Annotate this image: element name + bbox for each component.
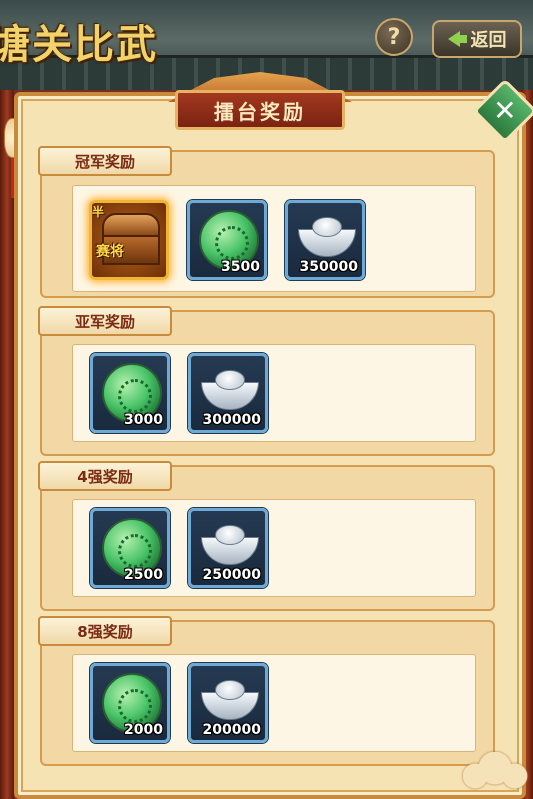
panel-header: 擂台奖励 — [145, 72, 375, 134]
silver-ingot-icon — [201, 525, 259, 565]
back-arrow-tail — [458, 35, 467, 43]
reward-item[interactable]: 250000 — [188, 508, 268, 588]
item-count: 2000 — [124, 722, 163, 738]
champion-reward-section: 冠军奖励 半 赛将 3500 350000 — [38, 146, 495, 298]
section-title: 8强奖励 — [38, 616, 172, 646]
section-title: 冠军奖励 — [38, 146, 172, 176]
reward-items-area: 3000 300000 — [72, 344, 476, 442]
item-count: 3500 — [221, 259, 260, 275]
silver-ingot-top — [215, 370, 245, 390]
reward-item[interactable]: 2000 — [90, 663, 170, 743]
question-mark-icon: ? — [387, 24, 401, 50]
event-title: 塘关比武 — [0, 21, 158, 68]
reward-item[interactable]: 3500 — [187, 200, 267, 280]
item-count: 250000 — [202, 567, 261, 583]
top8-reward-section: 8强奖励 2000 200000 — [38, 616, 495, 766]
item-count: 350000 — [299, 259, 358, 275]
chest-lid — [102, 213, 160, 237]
item-count: 200000 — [202, 722, 261, 738]
back-button[interactable]: 返回 — [432, 20, 522, 58]
help-button[interactable]: ? — [375, 18, 413, 56]
reward-item[interactable]: 3000 — [90, 353, 170, 433]
reward-item[interactable]: 半 赛将 — [89, 200, 169, 280]
item-count: 300000 — [202, 412, 261, 428]
silver-ingot-icon — [298, 217, 356, 257]
back-button-label: 返回 — [470, 30, 507, 51]
reward-item[interactable]: 200000 — [188, 663, 268, 743]
silver-ingot-top — [312, 217, 342, 237]
item-corner-label: 半 — [92, 205, 105, 219]
silver-ingot-icon — [201, 370, 259, 410]
item-count: 2500 — [124, 567, 163, 583]
reward-item[interactable]: 350000 — [285, 200, 365, 280]
runner-up-reward-section: 亚军奖励 3000 300000 — [38, 306, 495, 456]
section-title: 亚军奖励 — [38, 306, 172, 336]
silver-ingot-icon — [201, 680, 259, 720]
top4-reward-section: 4强奖励 2500 250000 — [38, 461, 495, 611]
reward-items-area: 2000 200000 — [72, 654, 476, 752]
item-tag: 赛将 — [96, 244, 124, 260]
close-icon: ✕ — [493, 94, 517, 127]
reward-item[interactable]: 2500 — [90, 508, 170, 588]
item-count: 3000 — [124, 412, 163, 428]
section-title: 4强奖励 — [38, 461, 172, 491]
panel-title: 擂台奖励 — [175, 90, 345, 130]
silver-ingot-top — [215, 525, 245, 545]
reward-items-area: 2500 250000 — [72, 499, 476, 597]
reward-item[interactable]: 300000 — [188, 353, 268, 433]
silver-ingot-top — [215, 680, 245, 700]
cloud-decoration-icon — [462, 752, 528, 792]
reward-items-area: 半 赛将 3500 350000 — [72, 185, 476, 292]
